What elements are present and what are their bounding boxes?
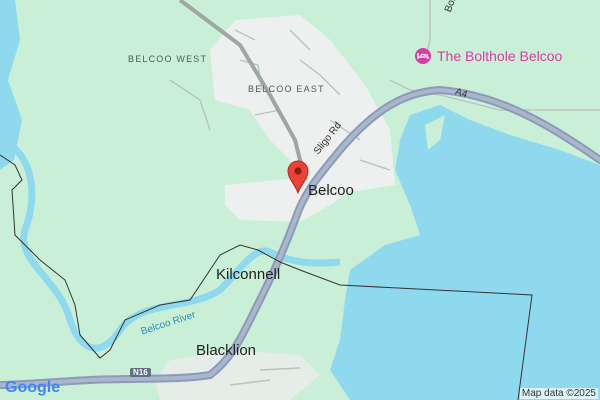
bed-icon (415, 48, 431, 64)
poi-bolthole[interactable]: The Bolthole Belcoo (415, 48, 562, 64)
place-label-belcoo-west: BELCOO WEST (128, 54, 208, 64)
map-attribution[interactable]: Map data ©2025 (519, 388, 598, 399)
poi-label: The Bolthole Belcoo (437, 48, 563, 64)
place-label-kilconnell[interactable]: Kilconnell (216, 266, 280, 283)
google-logo-text: Google (5, 379, 61, 396)
place-label-blacklion[interactable]: Blacklion (196, 342, 256, 359)
map-view[interactable]: BELCOO WEST BELCOO EAST Belcoo Kilconnel… (0, 0, 600, 400)
location-marker[interactable] (287, 160, 309, 195)
place-label-belcoo-east: BELCOO EAST (248, 84, 325, 94)
map-pin-icon (287, 160, 309, 198)
place-label-belcoo[interactable]: Belcoo (308, 182, 354, 199)
road-shield-n16: N16 (130, 368, 151, 377)
google-logo[interactable]: Google (5, 379, 60, 397)
